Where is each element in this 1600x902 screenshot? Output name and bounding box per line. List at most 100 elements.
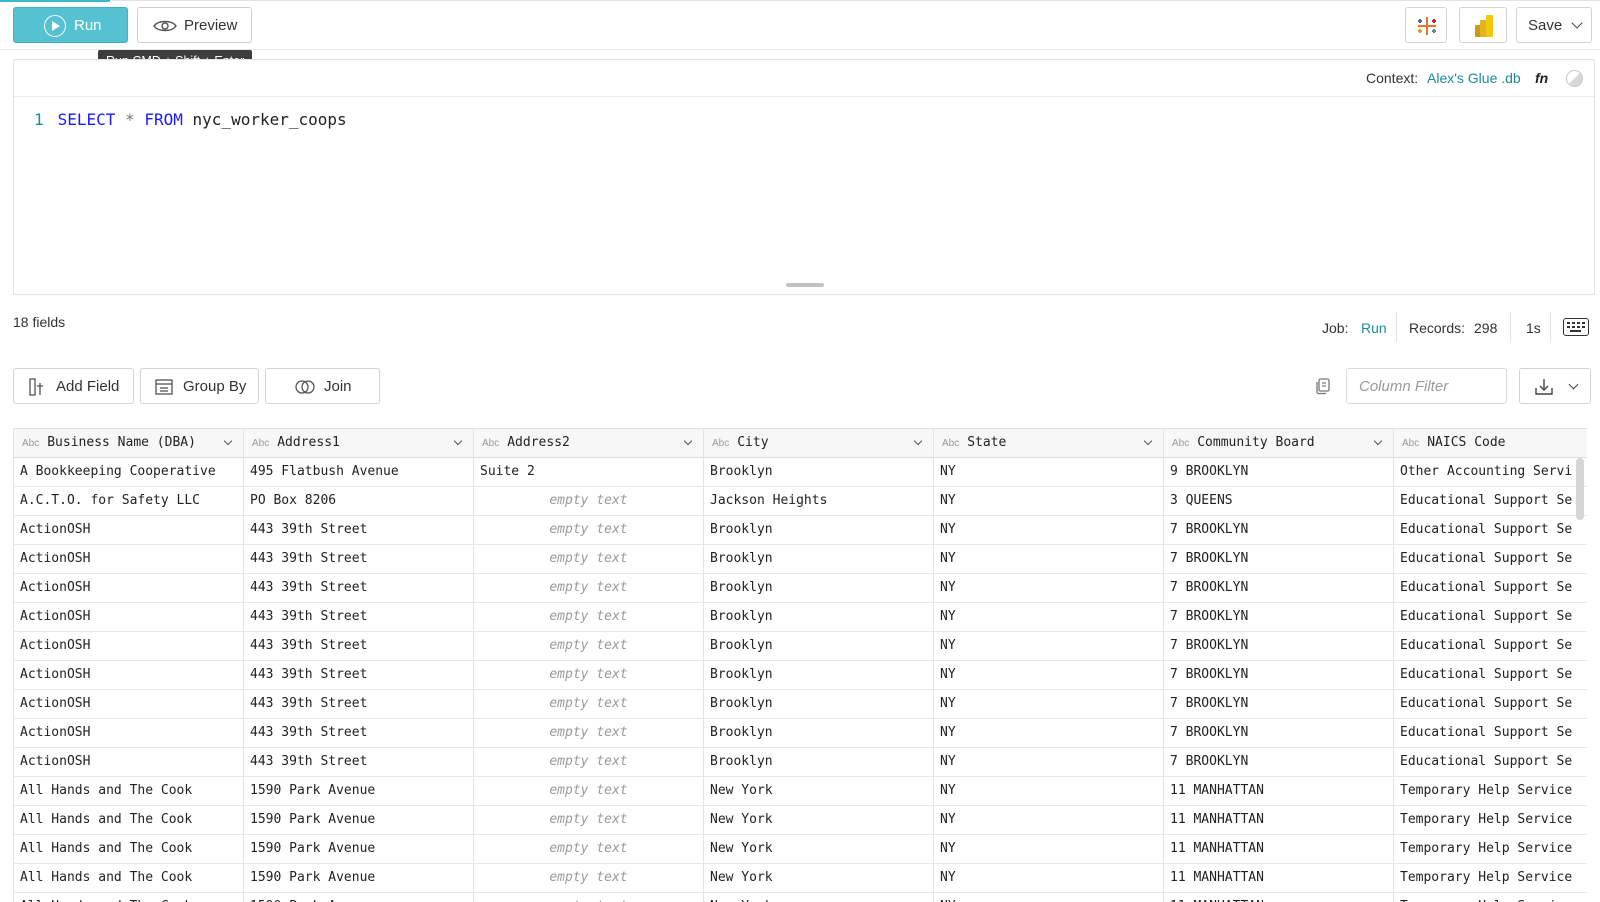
table-cell[interactable]: All Hands and The Cook — [14, 835, 244, 864]
table-cell[interactable]: empty text — [474, 632, 704, 661]
theme-toggle-icon[interactable] — [1566, 70, 1583, 87]
table-cell[interactable]: Brooklyn — [704, 632, 934, 661]
table-cell[interactable]: empty text — [474, 545, 704, 574]
table-cell[interactable]: Temporary Help Service — [1394, 777, 1587, 806]
table-cell[interactable]: empty text — [474, 806, 704, 835]
table-cell[interactable]: ActionOSH — [14, 516, 244, 545]
table-cell[interactable]: NY — [934, 893, 1164, 902]
table-cell[interactable]: New York — [704, 777, 934, 806]
column-header[interactable]: Abc Address1 — [244, 429, 474, 458]
table-cell[interactable]: Temporary Help Service — [1394, 893, 1587, 902]
table-cell[interactable]: NY — [934, 516, 1164, 545]
table-cell[interactable]: All Hands and The Cook — [14, 806, 244, 835]
table-cell[interactable]: empty text — [474, 719, 704, 748]
table-cell[interactable]: Temporary Help Service — [1394, 806, 1587, 835]
table-cell[interactable]: ActionOSH — [14, 719, 244, 748]
add-field-button[interactable]: Add Field — [13, 368, 134, 404]
editor-resize-handle[interactable] — [786, 283, 824, 287]
table-cell[interactable]: 1590 Park Avenue — [244, 864, 474, 893]
table-cell[interactable]: Educational Support Se — [1394, 690, 1587, 719]
table-row[interactable]: ActionOSH 443 39th Street empty text Brookl… — [14, 545, 1587, 574]
table-cell[interactable]: New York — [704, 893, 934, 902]
table-cell[interactable]: 1590 Park Avenue — [244, 806, 474, 835]
vertical-scrollbar[interactable] — [1576, 458, 1584, 520]
table-row[interactable]: ActionOSH 443 39th Street empty text Brookl… — [14, 574, 1587, 603]
table-cell[interactable]: 7 BROOKLYN — [1164, 690, 1394, 719]
table-cell[interactable]: empty text — [474, 893, 704, 902]
table-cell[interactable]: NY — [934, 661, 1164, 690]
table-cell[interactable]: empty text — [474, 516, 704, 545]
table-cell[interactable]: PO Box 8206 — [244, 487, 474, 516]
table-cell[interactable]: 1590 Park Avenue — [244, 893, 474, 902]
table-row[interactable]: ActionOSH 443 39th Street empty text Brookl… — [14, 516, 1587, 545]
run-button[interactable]: Run — [13, 7, 128, 43]
column-header[interactable]: Abc NAICS Code — [1394, 429, 1587, 458]
table-cell[interactable]: NY — [934, 835, 1164, 864]
table-cell[interactable]: NY — [934, 806, 1164, 835]
table-cell[interactable]: NY — [934, 487, 1164, 516]
table-cell[interactable]: Brooklyn — [704, 458, 934, 487]
table-cell[interactable]: Educational Support Se — [1394, 545, 1587, 574]
table-row[interactable]: All Hands and The Cook1590 Park Avenueem… — [14, 864, 1587, 893]
table-cell[interactable]: Educational Support Se — [1394, 661, 1587, 690]
table-cell[interactable]: empty text — [474, 661, 704, 690]
table-cell[interactable]: 443 39th Street — [244, 545, 474, 574]
functions-button[interactable]: fn — [1535, 70, 1548, 86]
column-header[interactable]: Abc Community Board — [1164, 429, 1394, 458]
table-cell[interactable]: ActionOSH — [14, 545, 244, 574]
table-cell[interactable]: NY — [934, 864, 1164, 893]
table-cell[interactable]: All Hands and The Cook — [14, 864, 244, 893]
table-cell[interactable]: 1590 Park Avenue — [244, 835, 474, 864]
table-cell[interactable]: Educational Support Se — [1394, 487, 1587, 516]
table-cell[interactable]: 7 BROOKLYN — [1164, 661, 1394, 690]
table-cell[interactable]: Jackson Heights — [704, 487, 934, 516]
powerbi-export-button[interactable] — [1459, 7, 1507, 43]
table-cell[interactable]: ActionOSH — [14, 574, 244, 603]
table-cell[interactable]: NY — [934, 545, 1164, 574]
column-filter-input[interactable] — [1346, 368, 1507, 404]
results-table[interactable]: Abc Business Name (DBA) Abc Address1 Abc Ad… — [13, 428, 1587, 902]
table-cell[interactable]: NY — [934, 748, 1164, 777]
table-row[interactable]: ActionOSH 443 39th Street empty text Brookl… — [14, 690, 1587, 719]
chevron-down-icon[interactable] — [453, 436, 463, 446]
table-cell[interactable]: NY — [934, 777, 1164, 806]
table-cell[interactable]: 443 39th Street — [244, 748, 474, 777]
copy-icon[interactable] — [1314, 377, 1332, 395]
table-cell[interactable]: New York — [704, 835, 934, 864]
table-cell[interactable]: NY — [934, 574, 1164, 603]
column-header[interactable]: Abc State — [934, 429, 1164, 458]
table-cell[interactable]: NY — [934, 719, 1164, 748]
job-status-link[interactable]: Run — [1361, 320, 1387, 336]
chevron-down-icon[interactable] — [223, 436, 233, 446]
table-cell[interactable]: empty text — [474, 690, 704, 719]
table-cell[interactable]: empty text — [474, 603, 704, 632]
sql-editor[interactable]: Context: Alex's Glue .db fn 1 SELECT * FR… — [13, 59, 1595, 295]
table-cell[interactable]: 443 39th Street — [244, 632, 474, 661]
table-cell[interactable]: empty text — [474, 835, 704, 864]
table-cell[interactable]: A Bookkeeping Cooperative — [14, 458, 244, 487]
table-cell[interactable]: ActionOSH — [14, 690, 244, 719]
column-header[interactable]: Abc Business Name (DBA) — [14, 429, 244, 458]
table-cell[interactable]: 9 BROOKLYN — [1164, 458, 1394, 487]
table-cell[interactable]: 11 MANHATTAN — [1164, 893, 1394, 902]
table-cell[interactable]: ActionOSH — [14, 632, 244, 661]
join-button[interactable]: Join — [265, 368, 380, 404]
table-cell[interactable]: Brooklyn — [704, 516, 934, 545]
table-cell[interactable]: Educational Support Se — [1394, 748, 1587, 777]
table-cell[interactable]: 7 BROOKLYN — [1164, 719, 1394, 748]
table-cell[interactable]: 7 BROOKLYN — [1164, 603, 1394, 632]
table-cell[interactable]: 443 39th Street — [244, 603, 474, 632]
download-button[interactable] — [1519, 368, 1591, 404]
table-cell[interactable]: NY — [934, 632, 1164, 661]
table-cell[interactable]: empty text — [474, 574, 704, 603]
table-cell[interactable]: empty text — [474, 748, 704, 777]
table-cell[interactable]: 11 MANHATTAN — [1164, 806, 1394, 835]
table-cell[interactable]: 443 39th Street — [244, 516, 474, 545]
table-row[interactable]: All Hands and The Cook1590 Park Avenueem… — [14, 835, 1587, 864]
table-cell[interactable]: New York — [704, 864, 934, 893]
tableau-export-button[interactable] — [1405, 7, 1447, 43]
table-cell[interactable]: Brooklyn — [704, 603, 934, 632]
table-cell[interactable]: Brooklyn — [704, 719, 934, 748]
table-cell[interactable]: A.C.T.O. for Safety LLC — [14, 487, 244, 516]
table-cell[interactable]: Educational Support Se — [1394, 603, 1587, 632]
